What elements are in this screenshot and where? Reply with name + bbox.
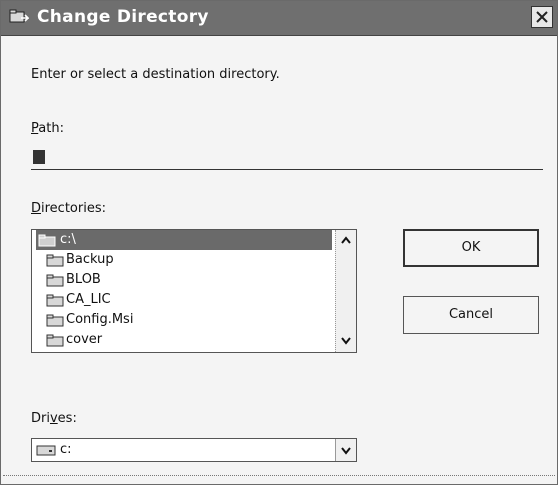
scroll-down-icon[interactable] [340,334,352,346]
path-input[interactable] [31,147,543,170]
list-item[interactable]: Config.Msi [36,310,332,330]
ok-button[interactable]: OK [403,229,539,267]
directories-scrollbar[interactable] [335,230,356,352]
directories-list[interactable]: c:\ Backup BLOB CA_LIC Config.Msi cover [31,229,357,353]
change-directory-dialog: Change Directory Enter or select a desti… [0,0,558,485]
scroll-up-icon[interactable] [340,235,352,247]
folder-icon [46,334,64,347]
window-title: Change Directory [37,7,209,27]
text-cursor [33,150,45,164]
list-item[interactable]: Backup [36,250,332,270]
folder-icon [46,294,64,307]
close-icon [536,11,548,23]
list-item[interactable]: CA_LIC [36,290,332,310]
list-item[interactable]: c:\ [36,230,332,250]
path-label: Path: [31,121,64,136]
drive-selected-value: c: [60,442,72,457]
directory-icon [9,9,29,23]
folder-icon [38,234,56,247]
cancel-button[interactable]: Cancel [403,296,539,334]
drive-dropdown-button[interactable] [335,439,356,461]
directories-label: Directories: [31,201,106,216]
folder-icon [46,274,64,287]
close-button[interactable] [531,6,553,28]
folder-icon [46,254,64,267]
list-item[interactable]: cover [36,330,332,350]
list-item[interactable]: BLOB [36,270,332,290]
folder-icon [46,314,64,327]
drive-select[interactable]: c: [31,438,357,462]
drives-label: Drives: [31,411,77,426]
title-bar[interactable]: Change Directory [1,1,557,36]
chevron-down-icon [341,447,351,455]
drive-icon [36,445,56,456]
instruction-text: Enter or select a destination directory. [31,67,280,82]
divider [3,475,555,477]
